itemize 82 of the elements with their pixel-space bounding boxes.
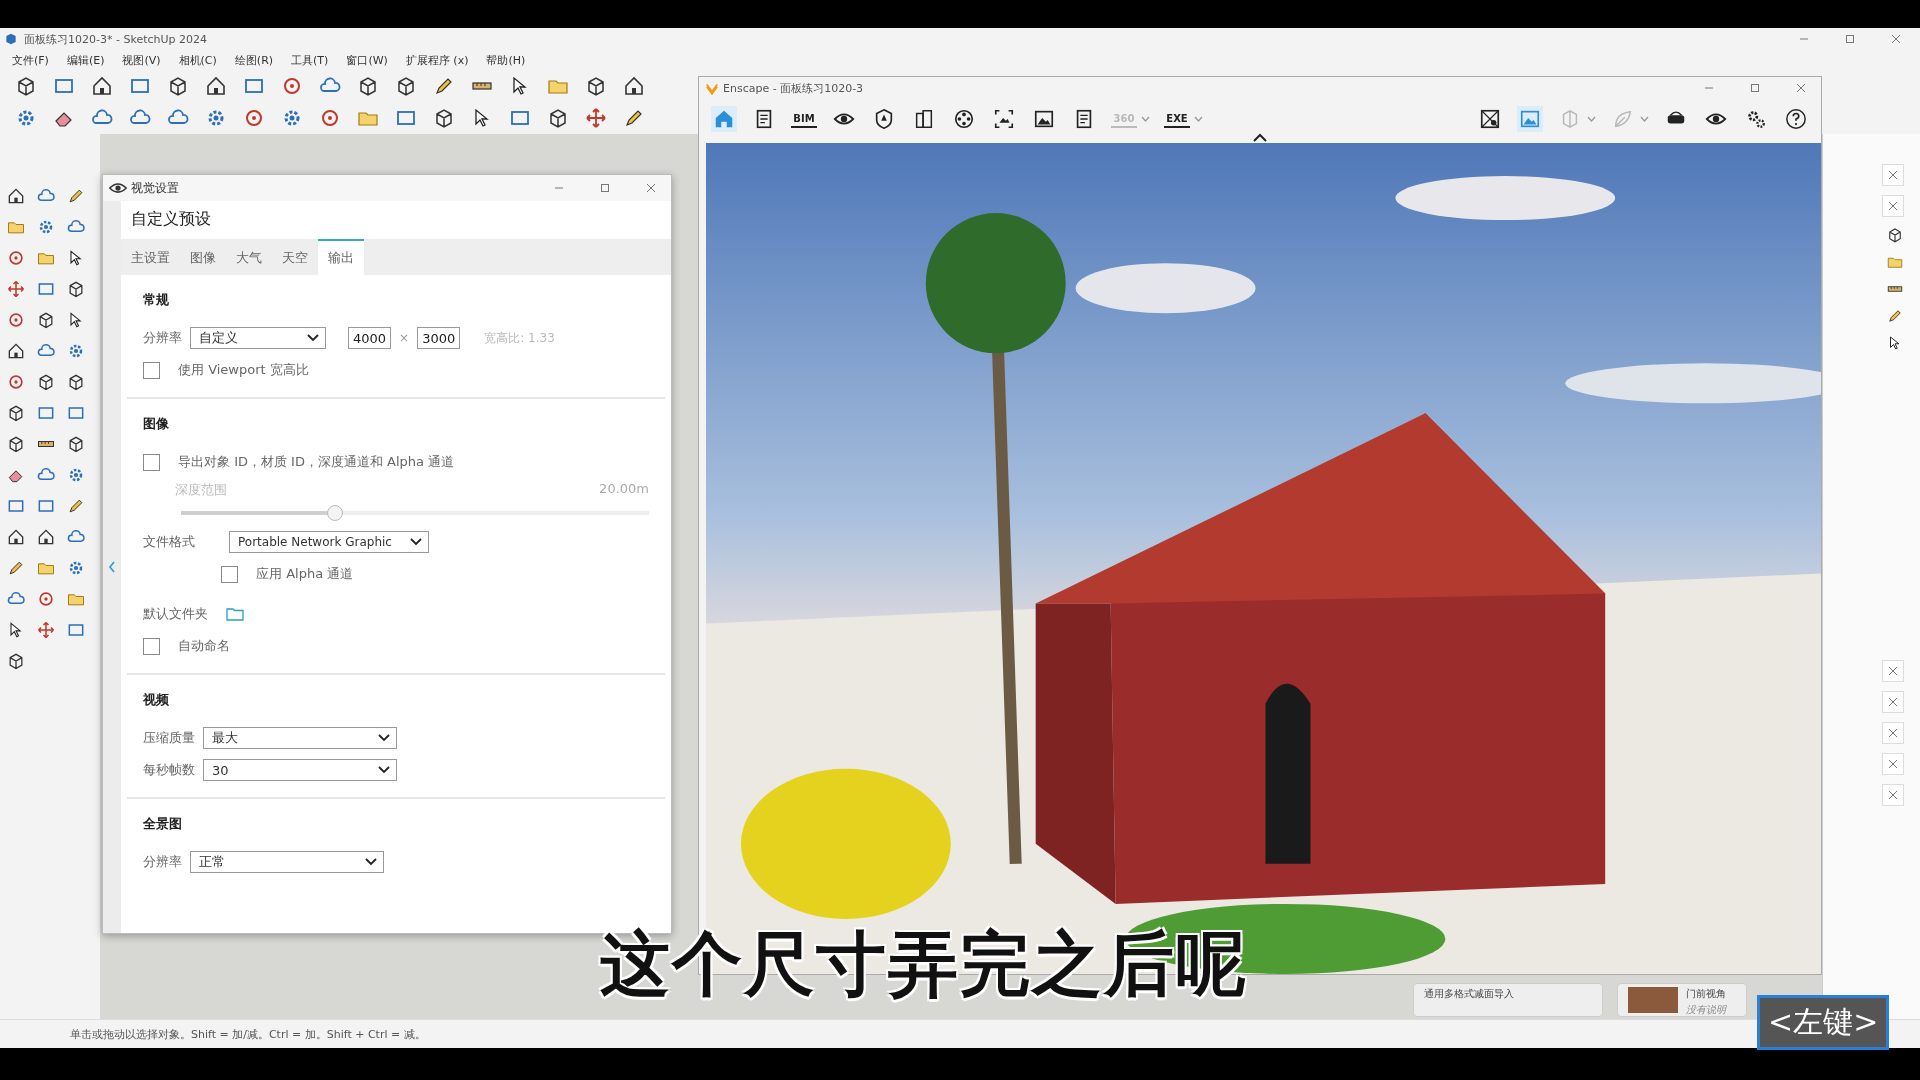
house-icon[interactable] [204,74,228,98]
field-label: 分辨率 [143,853,182,871]
caret-icon [378,734,390,742]
slider-label: 深度范围 [175,481,227,499]
checkbox-label: 自动命名 [178,637,230,655]
menu-item[interactable]: 视图(V) [122,52,161,68]
chevron-left-icon[interactable] [108,561,116,573]
field-label: 每秒帧数 [143,761,195,779]
field-label: 分辨率 [143,329,182,347]
pencil-icon[interactable] [1886,307,1904,325]
house-icon[interactable] [90,74,114,98]
preset-title: 自定义预设 [130,208,212,230]
tab[interactable]: 主设置 [121,239,180,275]
menu-item[interactable]: 工具(T) [291,52,329,68]
times-sign: × [399,331,410,345]
toolbar-button[interactable]: BIM [791,110,817,128]
dropdown[interactable]: 正常 [190,851,384,873]
caret-icon [378,766,390,774]
checkbox[interactable] [221,565,238,583]
tab[interactable]: 图像 [180,239,226,275]
dropdown[interactable]: 30 [203,759,397,781]
dropdown[interactable]: Portable Network Graphic [229,531,429,553]
section-heading: 全景图 [143,815,183,833]
toolbar-button[interactable]: EXE [1164,110,1190,128]
scene-card[interactable]: 门前视角 没有说明 [1617,983,1747,1017]
dropdown[interactable]: 最大 [203,727,397,749]
width-field[interactable]: 4000 [348,327,392,349]
folder-icon[interactable] [226,607,244,621]
eye-icon [109,181,127,195]
maximize-icon[interactable] [1844,33,1856,45]
caret-icon[interactable] [1194,116,1203,122]
help-icon[interactable] [1783,106,1809,132]
close-icon[interactable] [645,182,657,194]
maximize-icon[interactable] [1749,82,1761,94]
tab[interactable]: 输出 [318,239,364,275]
field-label: 默认文件夹 [143,605,208,623]
menu-item[interactable]: 帮助(H) [486,52,526,68]
menu-item[interactable]: 相机(C) [178,52,217,68]
checkbox[interactable] [143,361,160,379]
checkbox-label: 应用 Alpha 通道 [256,565,354,583]
logo-icon [705,81,719,95]
tab[interactable]: 大气 [226,239,272,275]
close-icon[interactable] [1890,33,1902,45]
cube-icon[interactable] [1886,226,1904,244]
checkbox-label: 使用 Viewport 宽高比 [178,361,309,379]
scene-title: 通用多格式减面导入 [1424,987,1514,1001]
section-heading: 常规 [143,291,170,309]
scene-title: 门前视角 [1686,987,1726,1001]
chevron-up-icon[interactable] [1253,133,1267,142]
menu-item[interactable]: 扩展程序 (x) [405,52,469,68]
dialog-title: 视觉设置 [131,179,180,197]
move-icon[interactable] [584,106,608,130]
caret-icon [410,538,422,546]
menu-item[interactable]: 文件(F) [12,52,49,68]
maximize-icon[interactable] [599,182,611,194]
menu-item[interactable]: 窗口(W) [346,52,388,68]
menu-item[interactable]: 绘图(R) [234,52,274,68]
tab[interactable]: 天空 [272,239,318,275]
caret-icon [307,334,319,342]
window-title: 面板练习1020-3* - SketchUp 2024 [24,31,208,47]
cube-icon [4,32,18,46]
caret-icon [365,858,377,866]
scene-description: 没有说明 [1686,1003,1726,1017]
key-hint-badge: <左键> [1757,995,1890,1050]
field-label: 压缩质量 [143,729,195,747]
close-icon[interactable] [1795,82,1807,94]
window-title: Enscape - 面板练习1020-3 [723,80,865,96]
checkbox[interactable] [143,453,160,471]
dropdown[interactable]: 自定义 [190,327,326,349]
menu-item[interactable]: 编辑(E) [66,52,105,68]
section-heading: 视频 [143,691,170,709]
house-icon[interactable] [622,74,646,98]
scene-thumbnail [1628,987,1678,1013]
section-heading: 图像 [143,415,170,433]
aspect-ratio-text: 宽高比: 1.33 [484,329,555,347]
scene-card[interactable]: 通用多格式减面导入 [1413,983,1603,1017]
home-icon[interactable] [711,106,737,132]
checkbox[interactable] [143,637,160,655]
field-label: 文件格式 [143,533,195,551]
height-field[interactable]: 3000 [417,327,461,349]
checkbox-label: 导出对象 ID，材质 ID，深度通道和 Alpha 通道 [178,453,455,471]
slider-value: 20.00m [599,481,649,498]
